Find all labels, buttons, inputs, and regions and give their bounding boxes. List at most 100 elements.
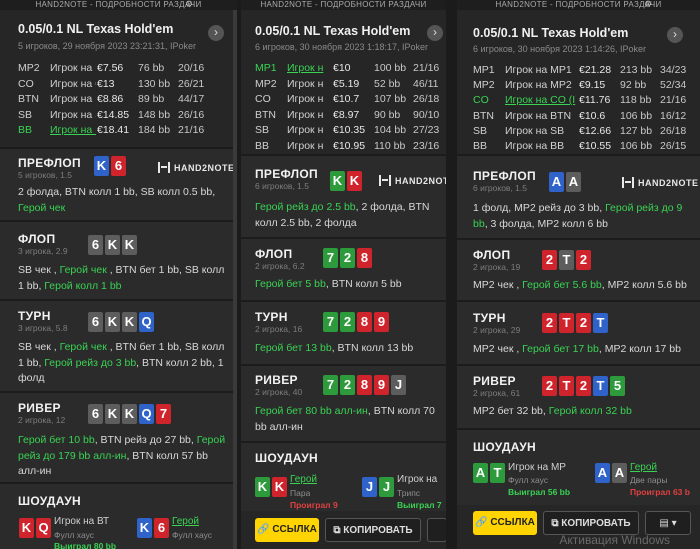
player-action: BTN колл 5 bb (331, 278, 402, 290)
player-name[interactable]: Игрок на MP1 (505, 64, 577, 76)
showdown-player-2[interactable]: Герой (172, 516, 199, 527)
player-name[interactable]: Игрок н (287, 78, 329, 90)
showdown-player-1[interactable]: Игрок на ВТ (54, 516, 110, 527)
showdown-result-1: Выиграл 56 bb (508, 487, 571, 497)
player-name[interactable]: Игрок н (287, 109, 329, 121)
next-hand-arrow-icon[interactable]: › (208, 25, 224, 41)
player-row[interactable]: BTN Игрок н €8.97 90 bb 90/10 (255, 109, 440, 124)
gear-icon[interactable]: ⚙ (185, 0, 193, 10)
link-button[interactable]: 🔗 ССЫЛКА (255, 518, 319, 542)
showdown-hand-2: Две пары (630, 475, 668, 485)
player-name[interactable]: Игрок н (287, 62, 329, 74)
player-vpip-pfr: 26/18 (413, 93, 440, 105)
river-cards: 6KKQ7 (88, 404, 171, 424)
link-button[interactable]: 🔗 ССЫЛКА (473, 511, 537, 535)
more-button[interactable]: ▤ ▾ (645, 511, 691, 535)
player-position: SB (18, 108, 33, 121)
showdown-hand-2: Фулл хаус (172, 530, 212, 540)
player-row[interactable]: BB Игрок н €10.95 110 bb 23/16 (255, 140, 440, 155)
showdown-cards-2: K6 (137, 518, 169, 538)
preflop-label: ПРЕФЛОП (473, 169, 536, 183)
panel-footer: 🔗 ССЫЛКА ⧉ КОПИРОВАТЬ (241, 511, 446, 549)
hero-action: Герой колл 1 bb (44, 279, 122, 292)
playing-card: 6 (111, 156, 126, 176)
copy-button[interactable]: ⧉ КОПИРОВАТЬ (543, 511, 639, 535)
player-row[interactable]: SB Игрок на SB €12.66 127 bb 26/18 (473, 125, 694, 140)
player-name[interactable]: Игрок на BB (505, 140, 577, 152)
player-stack: €10.6 (579, 109, 606, 122)
flop-action: Герой бет 5 bb, BTN колл 5 bb (255, 278, 402, 290)
player-stack-bb: 100 bb (374, 62, 407, 74)
player-name[interactable]: Игрок н (287, 140, 329, 152)
scrollbar[interactable] (233, 10, 237, 549)
hero-action: Герой колл 32 bb (548, 405, 632, 417)
player-stack: €10.55 (579, 140, 612, 152)
copy-icon: ⧉ (333, 525, 344, 536)
player-row[interactable]: BTN Игрок на BTN €10.6 106 bb 16/12 (473, 110, 694, 125)
player-name[interactable]: Игрок на SB (50, 109, 96, 121)
playing-card: T (490, 463, 505, 483)
player-row[interactable]: BTN Игрок на BT€8.86 89 bb 44/17 (18, 93, 231, 108)
player-name[interactable]: Игрок н (287, 124, 329, 136)
player-name[interactable]: Игрок на MP (50, 62, 96, 74)
playing-card: K (105, 404, 120, 424)
hero-action: Герой рейз до 2.5 bb (255, 201, 356, 213)
playing-card: Q (139, 312, 154, 332)
flop-action: SB чек , Герой чек , BTN бет 1 bb, SB ко… (18, 264, 225, 292)
next-hand-arrow-icon[interactable]: › (667, 27, 683, 43)
player-name[interactable]: Игрок на BT (50, 93, 96, 105)
player-row[interactable]: MP1 Игрок на MP1 €21.28 213 bb 34/23 (473, 64, 694, 79)
player-action: MP2 бет 32 bb (473, 405, 543, 417)
player-name[interactable]: Игрок на CO (50, 78, 96, 90)
turn-cards: 7289 (323, 312, 389, 332)
showdown-player-2[interactable]: Игрок на (397, 474, 441, 485)
player-stack-bb: 90 bb (374, 108, 401, 121)
player-stack-bb: 118 bb (620, 94, 652, 107)
preflop-sub: 5 игроков, 1.5 (18, 170, 72, 180)
showdown-cards-1: KK (255, 477, 287, 497)
player-name[interactable]: Игрок на SB (505, 125, 577, 137)
playing-card: 7 (323, 375, 338, 395)
player-row[interactable]: BB Игрок на BB €10.55 106 bb 26/15 (473, 140, 694, 155)
player-row[interactable]: MP2 Игрок на MP2 €9.15 92 bb 52/34 (473, 79, 694, 94)
player-name[interactable]: Игрок на CO (I (505, 94, 577, 106)
showdown-player-1[interactable]: Герой (290, 474, 317, 485)
player-position: CO (18, 77, 34, 90)
player-row[interactable]: BB Игрок на BB€18.41 184 bb 21/16 (18, 124, 231, 139)
player-name[interactable]: Игрок н (287, 93, 329, 105)
player-row[interactable]: CO Игрок на CO€13 130 bb 26/21 (18, 78, 231, 93)
player-row[interactable]: SB Игрок на SB€14.85 148 bb 26/16 (18, 109, 231, 124)
player-stack-bb: 130 bb (138, 77, 171, 90)
player-vpip-pfr: 46/11 (413, 77, 439, 90)
showdown-player-1[interactable]: Игрок на MP (508, 462, 568, 473)
river-label: РИВЕР (18, 401, 61, 415)
copy-button[interactable]: ⧉ КОПИРОВАТЬ (325, 518, 421, 542)
preflop-action: 1 фолд, MP2 рейз до 3 bb, Герой рейз до … (473, 202, 683, 230)
player-row[interactable]: SB Игрок н €10.35 104 bb 27/23 (255, 124, 440, 139)
playing-card: 9 (374, 375, 389, 395)
river-sub: 2 игрока, 12 (18, 415, 66, 425)
window-title: HAND2NOTE - ПОДРОБНОСТИ РАЗДАЧИ (241, 0, 446, 10)
playing-card: 2 (576, 376, 591, 396)
player-name[interactable]: Игрок на MP2 (505, 79, 577, 91)
player-row[interactable]: CO Игрок н €10.7 107 bb 26/18 (255, 93, 440, 108)
game-title: 0.05/0.1 NL Texas Hold'em (473, 26, 629, 40)
player-row[interactable]: MP1 Игрок н €10 100 bb 21/16 (255, 62, 440, 77)
gear-icon[interactable]: ⚙ (644, 0, 652, 10)
turn-cards: 6KKQ (88, 312, 154, 332)
showdown-hand-1: Фулл хаус (54, 530, 94, 540)
player-stack-bb: 76 bb (138, 62, 165, 74)
more-button[interactable] (427, 518, 446, 542)
preflop-label: ПРЕФЛОП (18, 156, 81, 170)
player-row[interactable]: MP2 Игрок н €5.19 52 bb 46/11 (255, 78, 440, 93)
turn-action: SB чек , Герой чек , BTN бет 1 bb, SB ко… (18, 341, 225, 384)
next-hand-arrow-icon[interactable]: › (427, 25, 443, 41)
player-action: MP2 чек (473, 343, 517, 355)
flop-sub: 2 игрока, 19 (473, 262, 521, 272)
player-row[interactable]: MP2 Игрок на MP€7.56 76 bb 20/16 (18, 62, 231, 77)
player-row[interactable]: CO Игрок на CO (I €11.76 118 bb 21/16 (473, 94, 694, 109)
player-name[interactable]: Игрок на BB (50, 124, 96, 136)
player-name[interactable]: Игрок на BTN (505, 110, 577, 122)
showdown-player-2[interactable]: Герой (630, 462, 657, 473)
hand-panel-1: HAND2NOTE - ПОДРОБНОСТИ РАЗДАЧИ ⚙ 0.05/0… (0, 0, 237, 549)
